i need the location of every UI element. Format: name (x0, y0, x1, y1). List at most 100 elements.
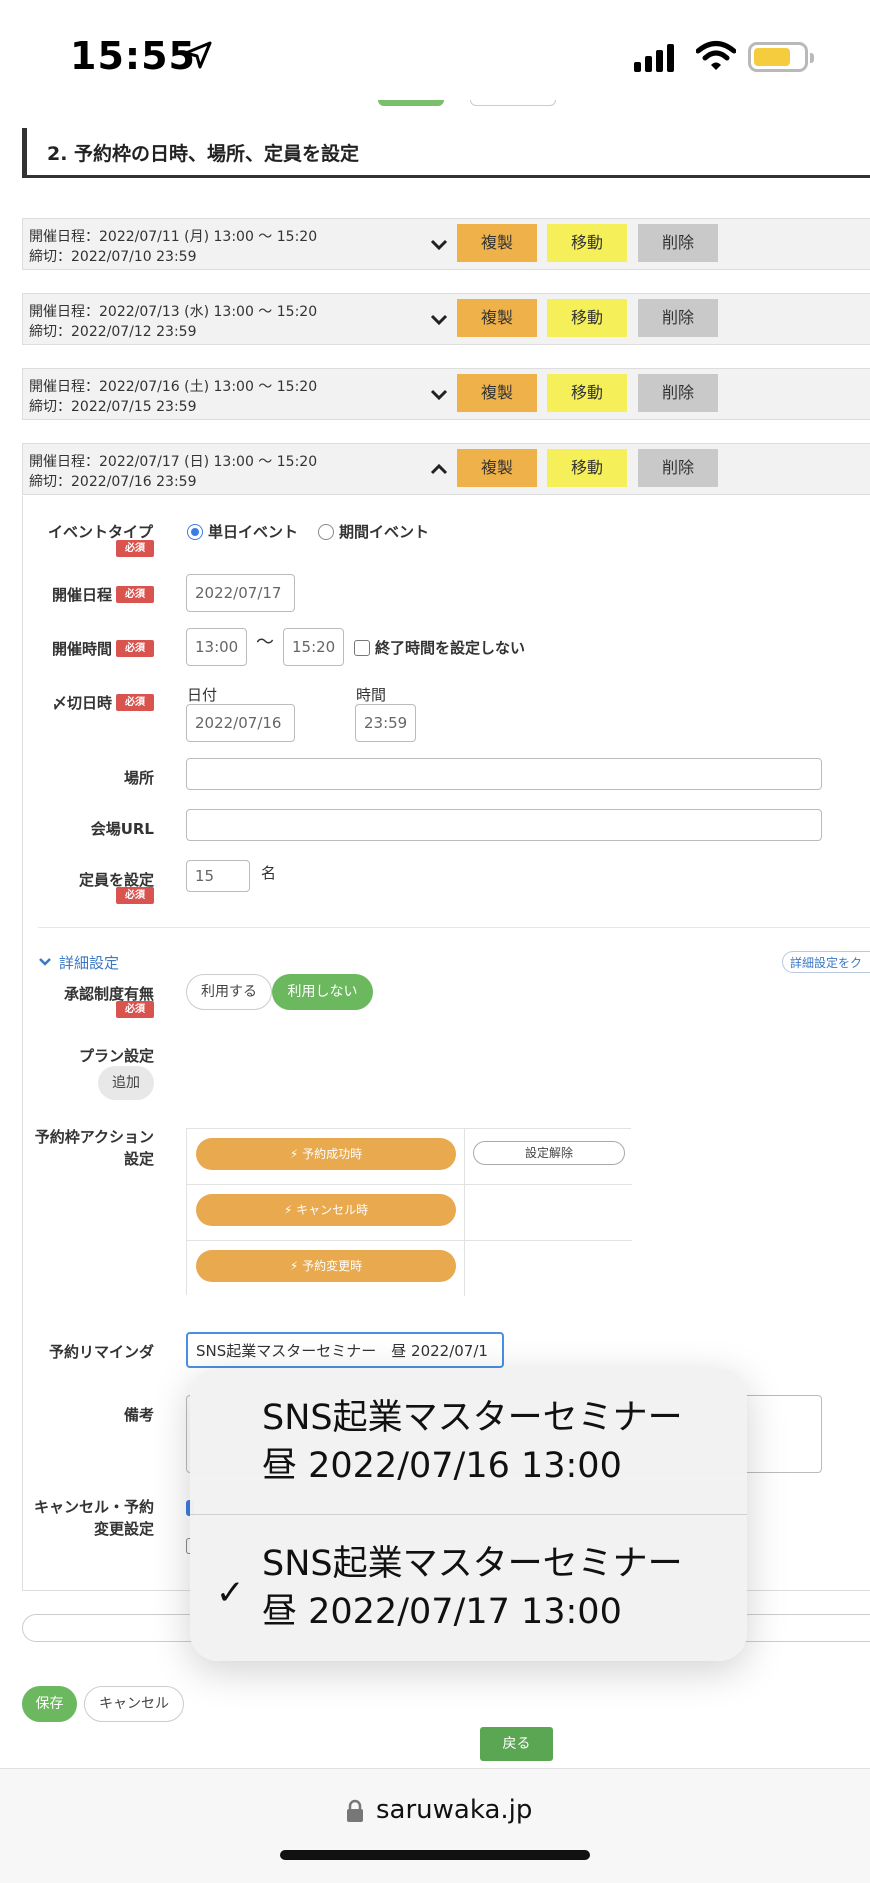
event-type-period-label[interactable]: 期間イベント (339, 521, 429, 542)
event-date-input[interactable]: 2022/07/17 (186, 574, 295, 612)
move-button[interactable]: 移動 (547, 224, 627, 262)
url-text: saruwaka.jp (376, 1795, 533, 1825)
move-button[interactable]: 移動 (547, 449, 627, 487)
no-end-time-label[interactable]: 終了時間を設定しない (375, 637, 525, 658)
reminder-select[interactable]: SNS起業マスターセミナー 昼 2022/07/1 (186, 1332, 504, 1368)
cellular-signal-icon (634, 44, 674, 72)
change-action-button[interactable]: ⚡ 予約変更時 (196, 1250, 456, 1282)
dropdown-option-line2: 昼 2022/07/16 13:00 (262, 1446, 622, 1486)
reminder-label: 予約リマインダ (48, 1343, 154, 1361)
actions-label: 予約枠アクション設定 (34, 1128, 154, 1168)
move-button[interactable]: 移動 (547, 299, 627, 337)
required-badge: 必須 (116, 887, 154, 904)
delete-button[interactable]: 削除 (638, 224, 718, 262)
slot-date: 開催日程：2022/07/16 (土) 13:00 〜 15:20 (29, 379, 318, 395)
slot-deadline: 締切：2022/07/12 23:59 (29, 324, 197, 340)
place-label: 場所 (123, 769, 154, 787)
delete-button[interactable]: 削除 (638, 299, 718, 337)
top-green-button-edge (378, 100, 444, 106)
event-type-label: イベントタイプ (47, 523, 153, 541)
section-header: 2. 予約枠の日時、場所、定員を設定 (22, 128, 870, 178)
approval-not-use-button[interactable]: 利用しない (272, 974, 373, 1010)
time-label: 開催時間 (51, 640, 112, 658)
back-button[interactable]: 戻る (480, 1727, 553, 1761)
duplicate-button[interactable]: 複製 (457, 224, 537, 262)
slot-deadline: 締切：2022/07/16 23:59 (29, 474, 197, 490)
checkmark-icon: ✓ (216, 1573, 245, 1613)
location-arrow-icon (184, 41, 212, 69)
delete-button[interactable]: 削除 (638, 374, 718, 412)
chevron-down-icon[interactable] (428, 233, 450, 255)
time-range-tilde: 〜 (256, 632, 274, 653)
no-end-time-checkbox[interactable] (354, 640, 370, 656)
cancel-button[interactable]: キャンセル (84, 1686, 184, 1722)
approval-use-button[interactable]: 利用する (186, 974, 272, 1010)
event-type-period-radio[interactable] (318, 524, 334, 540)
duplicate-button[interactable]: 複製 (457, 449, 537, 487)
notes-label: 備考 (123, 1406, 154, 1424)
actions-table: ⚡ 予約成功時 設定解除 ⚡ キャンセル時 ⚡ 予約変更時 (186, 1128, 632, 1296)
place-input[interactable] (186, 758, 822, 790)
dropdown-separator (190, 1514, 747, 1515)
venue-url-input[interactable] (186, 809, 822, 841)
deadline-time-input[interactable]: 23:59 (355, 704, 416, 742)
slot-date: 開催日程：2022/07/17 (日) 13:00 〜 15:20 (29, 454, 318, 470)
dropdown-option-line1: SNS起業マスターセミナー (262, 1544, 683, 1584)
cancel-action-button[interactable]: ⚡ キャンセル時 (196, 1194, 456, 1226)
lightning-icon: ⚡ (289, 1147, 303, 1161)
deadline-date-input[interactable]: 2022/07/16 (186, 704, 295, 742)
browser-address-bar[interactable]: saruwaka.jp (0, 1768, 870, 1883)
deadline-label: 〆切日時 (51, 694, 112, 712)
move-button[interactable]: 移動 (547, 374, 627, 412)
chevron-down-icon[interactable] (428, 383, 450, 405)
battery-icon (748, 42, 814, 72)
plan-label: プラン設定 (78, 1047, 154, 1065)
duplicate-button[interactable]: 複製 (457, 374, 537, 412)
capacity-input[interactable]: 15 (186, 860, 250, 892)
wifi-icon (696, 41, 736, 70)
details-hint-link[interactable]: 詳細設定をク (782, 951, 870, 973)
save-button[interactable]: 保存 (22, 1686, 77, 1722)
section-divider (38, 927, 870, 928)
change-action-label: 予約変更時 (302, 1259, 363, 1273)
lightning-icon: ⚡ (289, 1259, 303, 1273)
chevron-down-icon[interactable] (38, 955, 52, 969)
start-time-input[interactable]: 13:00 (186, 628, 247, 666)
status-bar: 15:55 (0, 0, 870, 104)
slot-deadline: 締切：2022/07/10 23:59 (29, 249, 197, 265)
slot-deadline: 締切：2022/07/15 23:59 (29, 399, 197, 415)
unset-action-button[interactable]: 設定解除 (473, 1141, 625, 1165)
slot-date: 開催日程：2022/07/11 (月) 13:00 〜 15:20 (29, 229, 318, 245)
event-type-single-radio[interactable] (187, 524, 203, 540)
cancel-action-label: キャンセル時 (296, 1203, 369, 1217)
chevron-up-icon[interactable] (428, 458, 450, 480)
delete-button[interactable]: 削除 (638, 449, 718, 487)
details-toggle-link[interactable]: 詳細設定 (59, 952, 119, 973)
slot-date: 開催日程：2022/07/13 (水) 13:00 〜 15:20 (29, 304, 318, 320)
required-badge: 必須 (116, 640, 154, 657)
required-badge: 必須 (116, 586, 154, 603)
slot-row[interactable]: 開催日程：2022/07/11 (月) 13:00 〜 15:20 締切：202… (22, 218, 870, 270)
slot-row[interactable]: 開催日程：2022/07/13 (水) 13:00 〜 15:20 締切：202… (22, 293, 870, 345)
required-badge: 必須 (116, 540, 154, 557)
deadline-time-caption: 時間 (356, 686, 387, 704)
end-time-input[interactable]: 15:20 (283, 628, 344, 666)
top-gray-button-edge (470, 100, 556, 106)
cancel-change-label: キャンセル・予約変更設定 (33, 1498, 154, 1538)
chevron-down-icon[interactable] (428, 308, 450, 330)
slot-row[interactable]: 開催日程：2022/07/16 (土) 13:00 〜 15:20 締切：202… (22, 368, 870, 420)
capacity-unit: 名 (261, 864, 277, 882)
success-action-label: 予約成功時 (302, 1147, 363, 1161)
reminder-dropdown-menu: SNS起業マスターセミナー 昼 2022/07/16 13:00 ✓ SNS起業… (190, 1368, 747, 1661)
section-title: 2. 予約枠の日時、場所、定員を設定 (47, 143, 360, 165)
success-action-button[interactable]: ⚡ 予約成功時 (196, 1138, 456, 1170)
event-type-single-label[interactable]: 単日イベント (208, 521, 298, 542)
slot-row-expanded[interactable]: 開催日程：2022/07/17 (日) 13:00 〜 15:20 締切：202… (22, 443, 870, 495)
required-badge: 必須 (116, 1001, 154, 1018)
status-time: 15:55 (70, 34, 196, 78)
deadline-date-caption: 日付 (187, 686, 218, 704)
required-badge: 必須 (116, 694, 154, 711)
duplicate-button[interactable]: 複製 (457, 299, 537, 337)
venue-url-label: 会場URL (90, 820, 154, 838)
plan-add-button[interactable]: 追加 (98, 1066, 154, 1100)
